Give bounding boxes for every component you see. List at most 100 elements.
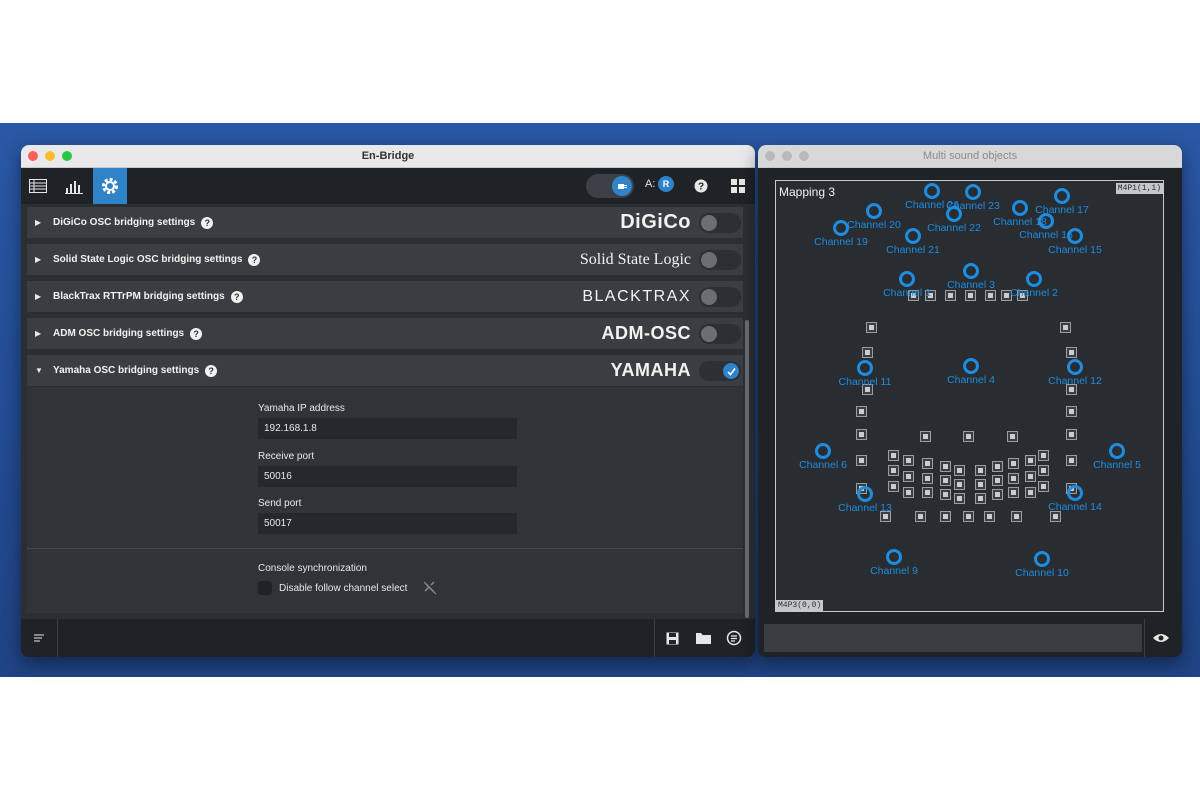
log-button[interactable] — [25, 623, 55, 653]
close-window-button[interactable] — [28, 151, 38, 161]
online-toggle[interactable] — [586, 174, 634, 198]
speaker-icon — [888, 465, 899, 476]
separator — [654, 619, 655, 657]
speaker-icon — [922, 473, 933, 484]
ssl-enable-switch[interactable] — [699, 250, 741, 270]
channel-marker[interactable] — [899, 271, 915, 287]
expand-arrow-icon[interactable]: ▶ — [35, 218, 45, 227]
en-bridge-window: En-Bridge A: R ? ▶ DiGiCo OSC bridging s… — [21, 145, 755, 657]
help-icon[interactable]: ? — [201, 216, 214, 229]
mapping-area[interactable]: Mapping 3 M4P1(1,1) M4P3(0,0) Channel 1 C… — [775, 180, 1164, 612]
help-icon[interactable]: ? — [248, 253, 261, 266]
channel-label: Channel 20 — [847, 219, 901, 231]
send-port-field[interactable]: 50017 — [258, 513, 517, 534]
speaker-icon — [940, 511, 951, 522]
yamaha-sync-panel: Console synchronization Disable follow c… — [27, 549, 743, 613]
section-yamaha[interactable]: ▼ Yamaha OSC bridging settings ? YAMAHA — [27, 355, 743, 386]
speaker-icon — [1066, 406, 1077, 417]
help-icon[interactable]: ? — [205, 364, 218, 377]
section-digico[interactable]: ▶ DiGiCo OSC bridging settings ? DiGiCo — [27, 207, 743, 238]
section-ssl[interactable]: ▶ Solid State Logic OSC bridging setting… — [27, 244, 743, 275]
channel-marker[interactable] — [965, 184, 981, 200]
adm-enable-switch[interactable] — [699, 324, 741, 344]
channel-label: Channel 18 — [993, 216, 1047, 228]
layout-button[interactable] — [721, 168, 755, 204]
channel-marker[interactable] — [924, 183, 940, 199]
status-field — [764, 624, 1142, 652]
open-button[interactable] — [688, 623, 718, 653]
reload-button[interactable] — [719, 623, 749, 653]
speaker-icon — [856, 429, 867, 440]
channel-marker[interactable] — [815, 443, 831, 459]
speaker-icon — [903, 455, 914, 466]
channel-label: Channel 24 — [905, 199, 959, 211]
speaker-icon — [1008, 487, 1019, 498]
speaker-icon — [1025, 487, 1036, 498]
yamaha-enable-switch[interactable] — [699, 361, 741, 381]
folder-icon — [695, 633, 711, 644]
a-badge[interactable]: R — [658, 176, 674, 192]
section-blacktrax[interactable]: ▶ BlackTrax RTTrPM bridging settings ? B… — [27, 281, 743, 312]
speaker-icon — [992, 489, 1003, 500]
close-window-button[interactable] — [765, 151, 775, 161]
multi-sound-objects-window: Multi sound objects Mapping 3 M4P1(1,1) … — [758, 145, 1182, 657]
vertical-scrollbar[interactable] — [745, 320, 749, 618]
help-button[interactable]: ? — [684, 168, 718, 204]
channel-marker[interactable] — [963, 358, 979, 374]
channel-marker[interactable] — [1054, 188, 1070, 204]
channel-marker[interactable] — [886, 549, 902, 565]
zoom-window-button[interactable] — [799, 151, 809, 161]
channel-marker[interactable] — [963, 263, 979, 279]
channel-label: Channel 3 — [947, 279, 995, 291]
gear-icon — [102, 178, 118, 194]
help-icon[interactable]: ? — [230, 290, 243, 303]
channel-marker[interactable] — [1067, 485, 1083, 501]
digico-enable-switch[interactable] — [699, 213, 741, 233]
channel-marker[interactable] — [905, 228, 921, 244]
visibility-button[interactable] — [1146, 623, 1176, 653]
channel-marker[interactable] — [1012, 200, 1028, 216]
expand-arrow-icon[interactable]: ▶ — [35, 329, 45, 338]
svg-text:?: ? — [698, 182, 704, 193]
settings-view-tab[interactable] — [93, 168, 127, 204]
channel-marker[interactable] — [1067, 359, 1083, 375]
disable-follow-checkbox[interactable] — [258, 581, 272, 595]
save-button[interactable] — [657, 623, 687, 653]
speaker-icon — [1025, 455, 1036, 466]
ip-address-field[interactable]: 192.168.1.8 — [258, 418, 517, 439]
blacktrax-enable-switch[interactable] — [699, 287, 741, 307]
speaker-icon — [866, 322, 877, 333]
corner-top-right: M4P1(1,1) — [1115, 183, 1163, 194]
channel-label: Channel 16 — [1019, 229, 1073, 241]
levels-view-tab[interactable] — [57, 168, 91, 204]
speaker-icon — [915, 511, 926, 522]
channel-marker[interactable] — [1109, 443, 1125, 459]
table-view-tab[interactable] — [21, 168, 55, 204]
receive-port-field[interactable]: 50016 — [258, 466, 517, 487]
channel-marker[interactable] — [1034, 551, 1050, 567]
speaker-icon — [903, 487, 914, 498]
separator — [57, 619, 58, 657]
channel-label: Channel 12 — [1048, 375, 1102, 387]
channel-marker[interactable] — [857, 486, 873, 502]
zoom-window-button[interactable] — [62, 151, 72, 161]
disable-follow-label: Disable follow channel select — [279, 583, 408, 594]
expand-arrow-icon[interactable]: ▶ — [35, 292, 45, 301]
section-adm[interactable]: ▶ ADM OSC bridging settings ? ADM-OSC — [27, 318, 743, 349]
grid-icon — [731, 179, 745, 193]
expand-arrow-icon[interactable]: ▶ — [35, 255, 45, 264]
bottom-bar — [21, 619, 755, 657]
section-title: DiGiCo OSC bridging settings — [53, 217, 196, 228]
speaker-icon — [975, 479, 986, 490]
checkmark-icon — [726, 367, 736, 376]
help-icon[interactable]: ? — [190, 327, 203, 340]
collapse-arrow-icon[interactable]: ▼ — [35, 366, 45, 375]
channel-marker[interactable] — [866, 203, 882, 219]
yamaha-logo: YAMAHA — [610, 360, 691, 380]
speaker-icon — [1011, 511, 1022, 522]
minimize-window-button[interactable] — [782, 151, 792, 161]
minimize-window-button[interactable] — [45, 151, 55, 161]
channel-marker[interactable] — [1026, 271, 1042, 287]
channel-marker[interactable] — [857, 360, 873, 376]
a-label: A: — [645, 178, 656, 190]
